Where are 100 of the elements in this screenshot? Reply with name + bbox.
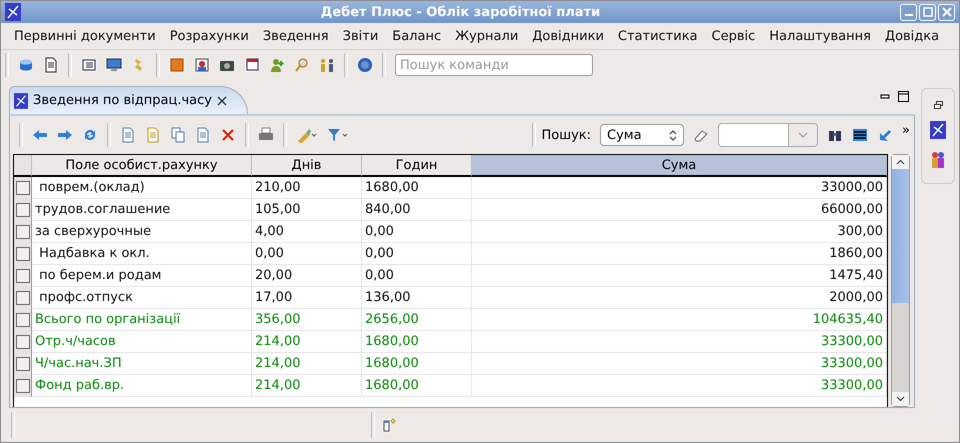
refresh-icon[interactable] <box>82 127 98 143</box>
search-label: Пошук: <box>541 128 592 142</box>
column-header[interactable]: Поле особист.рахунку <box>32 155 252 177</box>
row-checkbox[interactable] <box>16 379 30 393</box>
minimize-button[interactable] <box>900 4 917 20</box>
row-checkbox[interactable] <box>16 225 30 239</box>
table-cell: 1680,00 <box>362 353 472 375</box>
maximize-icon <box>922 7 932 17</box>
filter-dropdown-icon[interactable] <box>327 127 349 143</box>
table-cell: 33300,00 <box>472 375 887 397</box>
window-star-icon[interactable] <box>383 418 397 432</box>
lines-icon[interactable] <box>852 127 868 143</box>
table-cell: 840,00 <box>362 199 472 221</box>
minimize-icon[interactable] <box>880 92 890 102</box>
app-logo-icon[interactable] <box>930 121 946 139</box>
table-cell: 33000,00 <box>472 177 887 199</box>
row-checkbox[interactable] <box>16 313 30 327</box>
row-checkbox[interactable] <box>16 247 30 261</box>
menu-item[interactable]: Довідка <box>878 28 946 44</box>
people-icon[interactable] <box>319 57 335 73</box>
user-add-icon[interactable] <box>269 57 285 73</box>
maximize-button[interactable] <box>919 4 936 20</box>
back-icon[interactable] <box>32 127 48 143</box>
column-header[interactable]: Днів <box>252 155 362 177</box>
table-cell: 17,00 <box>252 287 362 309</box>
row-checkbox[interactable] <box>16 291 30 305</box>
maximize-icon[interactable] <box>898 91 909 102</box>
row-checkbox[interactable] <box>16 269 30 283</box>
forward-icon[interactable] <box>57 127 73 143</box>
table-cell: 1680,00 <box>362 177 472 199</box>
table-cell: 1860,00 <box>472 243 887 265</box>
vertical-scrollbar[interactable] <box>891 154 910 407</box>
table-cell: 1680,00 <box>362 375 472 397</box>
table-cell: 0,00 <box>362 243 472 265</box>
row-checkbox[interactable] <box>16 203 30 217</box>
square-icon[interactable] <box>169 57 185 73</box>
table-cell: 0,00 <box>362 265 472 287</box>
table-cell: 0,00 <box>252 243 362 265</box>
window-title: Дебет Плюс - Облік заробітної плати <box>320 4 602 20</box>
editor-tab[interactable]: Зведення по відпрац.часу <box>9 86 248 114</box>
row-checkbox[interactable] <box>16 357 30 371</box>
menu-item[interactable]: Звіти <box>336 28 386 44</box>
portrait-icon[interactable] <box>194 57 210 73</box>
database-icon[interactable] <box>18 57 34 73</box>
menu-item[interactable]: Розрахунки <box>162 28 256 44</box>
table-cell: поврем.(оклад) <box>32 177 252 199</box>
table-cell: Фонд раб.вр. <box>32 375 252 397</box>
monitor-icon[interactable] <box>106 57 122 73</box>
new-document-icon[interactable] <box>43 57 59 73</box>
minimize-icon <box>904 14 912 16</box>
command-search-field[interactable]: Пошук команди <box>395 54 593 76</box>
table-cell: 214,00 <box>252 353 362 375</box>
restore-icon[interactable] <box>934 101 942 109</box>
table-cell: 33300,00 <box>472 331 887 353</box>
table-cell: 356,00 <box>252 309 362 331</box>
copy-icon[interactable] <box>170 127 186 143</box>
menu-item[interactable]: Баланс <box>385 28 448 44</box>
table-cell: 1475,40 <box>472 265 887 287</box>
close-button[interactable] <box>938 4 955 20</box>
printer-icon[interactable] <box>258 127 274 143</box>
menu-item[interactable]: Журнали <box>448 28 526 44</box>
people-icon[interactable] <box>930 151 946 169</box>
search-value-field[interactable] <box>718 123 788 147</box>
table-cell: Всього по організації <box>32 309 252 331</box>
table-cell: 136,00 <box>362 287 472 309</box>
menu-item[interactable]: Первинні документи <box>7 28 163 44</box>
spinner-icon <box>669 129 678 141</box>
edit-document-icon[interactable] <box>145 127 161 143</box>
search-field-selector[interactable]: Сума <box>600 124 684 146</box>
table-cell: Ч/час.нач.ЗП <box>32 353 252 375</box>
table-cell: за сверхурочные <box>32 221 252 243</box>
column-header[interactable]: Сума <box>472 155 887 177</box>
row-checkbox[interactable] <box>16 181 30 195</box>
menu-item[interactable]: Налаштування <box>762 28 878 44</box>
table-cell: 33300,00 <box>472 353 887 375</box>
table-cell: 104635,40 <box>472 309 887 331</box>
list-icon[interactable] <box>81 57 97 73</box>
table-cell: 20,00 <box>252 265 362 287</box>
menu-item[interactable]: Сервіс <box>704 28 762 44</box>
table-cell: 210,00 <box>252 177 362 199</box>
more-chevron[interactable]: » <box>902 123 910 138</box>
delete-icon[interactable] <box>220 127 236 143</box>
preview-icon[interactable] <box>195 127 211 143</box>
close-icon <box>942 7 952 17</box>
menu-item[interactable]: Статистика <box>610 28 705 44</box>
app-logo-icon <box>14 92 28 108</box>
calendar-icon[interactable] <box>244 57 260 73</box>
table-cell: Надбавка к окл. <box>32 243 252 265</box>
tab-label: Зведення по відпрац.часу <box>33 93 212 108</box>
table-cell: 66000,00 <box>472 199 887 221</box>
column-header[interactable]: Годин <box>362 155 472 177</box>
table-cell: Отр.ч/часов <box>32 331 252 353</box>
table-cell: 214,00 <box>252 331 362 353</box>
document-icon[interactable] <box>120 127 136 143</box>
menu-item[interactable]: Довідники <box>525 28 611 44</box>
arrow-icon[interactable] <box>877 127 894 143</box>
menu-item[interactable]: Зведення <box>256 28 336 44</box>
row-checkbox[interactable] <box>16 335 30 349</box>
close-icon[interactable] <box>216 96 227 106</box>
table-cell: 214,00 <box>252 375 362 397</box>
